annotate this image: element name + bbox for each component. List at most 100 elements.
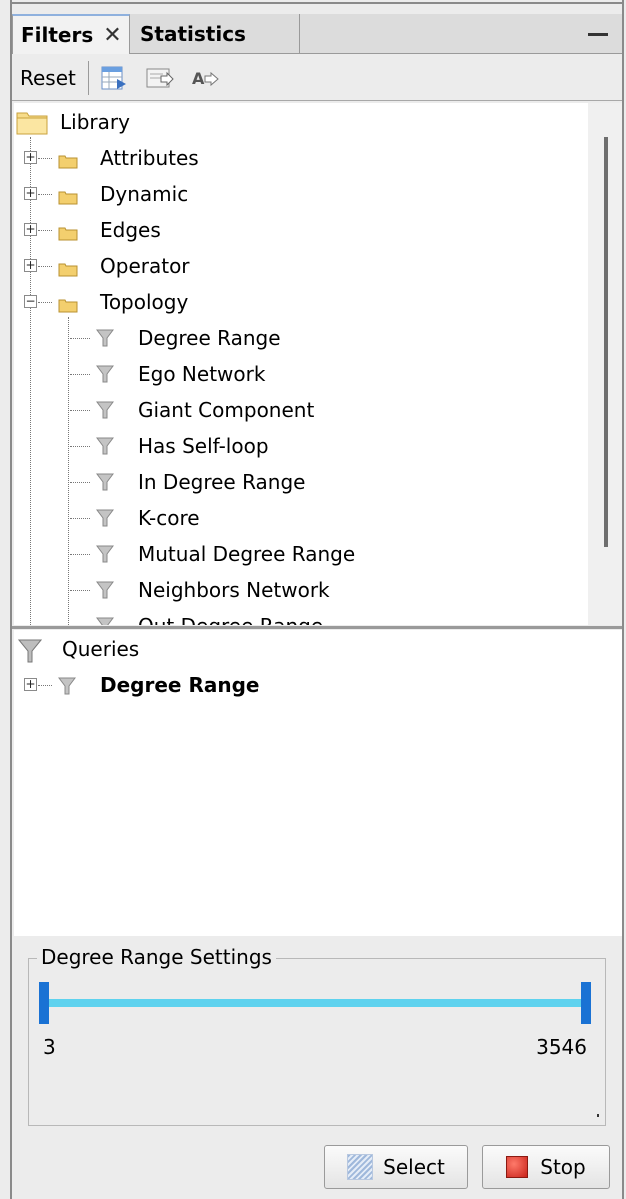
tree-guide-line: [30, 137, 31, 625]
expand-icon[interactable]: +: [24, 223, 37, 236]
folder-icon: [58, 222, 78, 241]
filter-item[interactable]: In Degree Range: [138, 465, 305, 499]
funnel-icon: [96, 328, 114, 348]
tree-connector: [38, 266, 52, 267]
stop-button[interactable]: Stop: [482, 1145, 610, 1189]
folder-icon: [58, 258, 78, 277]
range-max-handle[interactable]: [581, 982, 591, 1024]
category-topology: Topology: [100, 290, 189, 314]
range-min-handle[interactable]: [39, 982, 49, 1024]
tab-filters-label: Filters: [21, 23, 94, 47]
resize-grip-icon: [597, 1114, 599, 1117]
close-icon[interactable]: ✕: [103, 23, 121, 48]
tree-connector: [38, 230, 52, 231]
funnel-icon: [96, 364, 114, 384]
filter-item[interactable]: Neighbors Network: [138, 573, 330, 607]
tree-connector: [70, 374, 90, 375]
expand-icon[interactable]: +: [24, 187, 37, 200]
filter-item-label: Ego Network: [138, 362, 266, 386]
tab-filters[interactable]: Filters ✕: [12, 14, 130, 54]
tree-connector: [70, 338, 90, 339]
folder-open-icon: [16, 109, 48, 135]
expand-icon[interactable]: +: [24, 678, 37, 691]
tree-connector: [70, 410, 90, 411]
split-pane-divider[interactable]: [12, 626, 622, 629]
degree-range-settings: Degree Range Settings 3 3546: [28, 945, 606, 1126]
query-item[interactable]: Degree Range: [100, 668, 259, 702]
scrollbar-thumb[interactable]: [604, 137, 608, 547]
range-slider-track[interactable]: [45, 999, 587, 1007]
expand-icon[interactable]: +: [24, 259, 37, 272]
filters-toolbar: Reset A: [12, 55, 622, 101]
queries-root[interactable]: Queries: [62, 632, 139, 666]
filter-item-label: Mutual Degree Range: [138, 542, 356, 566]
category-dynamic: Dynamic: [100, 182, 189, 206]
filter-item[interactable]: Out Degree Range: [138, 609, 323, 625]
select-icon: [347, 1154, 374, 1180]
funnel-icon: [58, 676, 76, 696]
rename-icon[interactable]: A: [191, 63, 221, 93]
filter-item[interactable]: Degree Range: [138, 321, 281, 355]
filter-item-label: Degree Range: [138, 326, 281, 350]
funnel-icon: [17, 638, 43, 664]
tree-connector: [70, 446, 90, 447]
stop-icon: [506, 1156, 529, 1178]
minimize-icon[interactable]: [588, 33, 608, 36]
query-item-label: Degree Range: [100, 673, 260, 697]
library-scrollbar[interactable]: [588, 103, 622, 625]
tree-connector: [70, 482, 90, 483]
export-icon[interactable]: [145, 63, 175, 93]
tree-root-label: Library: [60, 110, 130, 134]
filter-item-label: Out Degree Range: [138, 614, 323, 625]
funnel-icon: [96, 616, 114, 625]
svg-text:A: A: [192, 69, 205, 88]
expand-icon[interactable]: +: [24, 151, 37, 164]
select-button[interactable]: Select: [324, 1145, 468, 1189]
range-min-value: 3: [43, 1035, 56, 1059]
category-edges: Edges: [100, 218, 161, 242]
filter-item-label: Has Self-loop: [138, 434, 269, 458]
tree-category-label: Topology: [100, 285, 188, 319]
filter-item-label: Giant Component: [138, 398, 315, 422]
stop-button-label: Stop: [540, 1155, 586, 1179]
filter-item[interactable]: Mutual Degree Range: [138, 537, 355, 571]
tab-statistics-label: Statistics: [140, 22, 246, 46]
reset-button[interactable]: Reset: [14, 66, 82, 90]
filter-item[interactable]: K-core: [138, 501, 200, 535]
tree-connector: [70, 554, 90, 555]
funnel-icon: [96, 400, 114, 420]
tree-connector: [70, 590, 90, 591]
filter-item-label: Neighbors Network: [138, 578, 330, 602]
range-max-value: 3546: [536, 1035, 587, 1059]
funnel-icon: [96, 580, 114, 600]
category-attributes: Attributes: [100, 146, 199, 170]
tree-connector: [70, 518, 90, 519]
tab-statistics[interactable]: Statistics: [132, 14, 300, 54]
tree-root-library[interactable]: Library: [60, 105, 130, 139]
folder-icon: [58, 294, 78, 313]
folder-icon: [58, 150, 78, 169]
tree-guide-line: [68, 317, 69, 625]
tab-bar: Filters ✕ Statistics: [12, 14, 622, 54]
filter-item-label: In Degree Range: [138, 470, 306, 494]
filter-item[interactable]: Giant Component: [138, 393, 314, 427]
toolbar-separator: [87, 60, 89, 95]
select-button-label: Select: [383, 1155, 445, 1179]
tree-connector: [38, 685, 52, 686]
collapse-icon[interactable]: −: [24, 295, 37, 308]
funnel-icon: [96, 436, 114, 456]
filter-item[interactable]: Ego Network: [138, 357, 265, 391]
queries-root-label: Queries: [62, 637, 140, 661]
folder-icon: [58, 186, 78, 205]
export-table-icon[interactable]: [99, 63, 129, 93]
category-operator: Operator: [100, 254, 190, 278]
filter-library-tree[interactable]: Library + Attributes + Dynamic + Edges +…: [14, 103, 588, 625]
tree-connector: [38, 158, 52, 159]
funnel-icon: [96, 544, 114, 564]
filter-item[interactable]: Has Self-loop: [138, 429, 269, 463]
panel-border-right: [622, 0, 624, 1199]
funnel-icon: [96, 472, 114, 492]
queries-panel[interactable]: Queries + Degree Range: [14, 630, 622, 936]
tree-category-label: Edges: [100, 213, 161, 247]
tree-connector: [38, 302, 52, 303]
